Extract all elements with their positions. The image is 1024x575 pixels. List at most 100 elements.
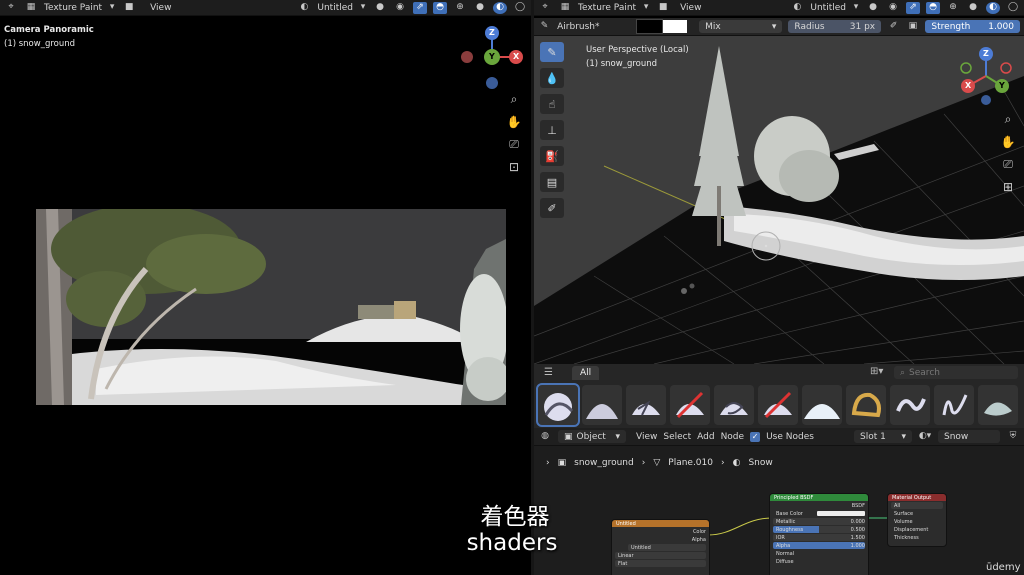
image-interpolation-dropdown[interactable]: Linear — [615, 552, 706, 559]
brush-thumb[interactable] — [670, 385, 710, 425]
image-texture-node[interactable]: Untitled Color Alpha Untitled Linear Fla… — [612, 520, 709, 575]
shading-render-icon[interactable]: ◯ — [1006, 2, 1020, 14]
bsdf-roughness-slider[interactable]: Roughness 0.500 — [773, 526, 865, 533]
bsdf-normal-input: Normal — [776, 550, 795, 557]
lock-icon[interactable]: ⊡ — [506, 160, 522, 174]
brush-thumb[interactable] — [714, 385, 754, 425]
shading-wire-icon[interactable]: ⊕ — [453, 2, 467, 14]
shelf-menu-icon[interactable]: ☰ — [544, 367, 553, 378]
editor-type-icon[interactable]: ⌖ — [538, 2, 552, 14]
shading-material-icon[interactable]: ◐ — [986, 1, 1000, 14]
radius-field[interactable]: Radius 31 px — [788, 20, 882, 33]
shelf-tab-all[interactable]: All — [572, 366, 600, 380]
material-icon[interactable]: ◐▾ — [918, 431, 932, 443]
axis-gizmo[interactable] — [956, 44, 1022, 110]
editor-type-icon[interactable]: ◍ — [538, 431, 552, 443]
image-icon[interactable]: ◐ — [790, 2, 804, 14]
mode-dropdown[interactable]: Texture Paint — [578, 3, 636, 13]
output-target-dropdown[interactable]: All — [891, 502, 943, 509]
pivot-icon[interactable]: ● — [866, 2, 880, 14]
hand-icon[interactable]: ✋ — [1000, 135, 1016, 149]
camera-icon[interactable]: ⎚ — [506, 137, 522, 152]
shelf-search-input[interactable]: ⌕ Search — [894, 366, 1018, 379]
zoom-icon[interactable]: ⌕ — [1000, 112, 1016, 127]
fill-tool-icon[interactable]: ⛽ — [540, 146, 564, 166]
pressure-icon[interactable]: ✐ — [887, 21, 900, 33]
brush-thumb[interactable] — [890, 385, 930, 425]
visibility-icon[interactable]: ◉ — [886, 2, 900, 14]
blend-mode-dropdown[interactable]: Mix ▾ — [699, 20, 783, 33]
bsdf-base-color[interactable]: Base Color — [773, 510, 865, 517]
shading-solid-icon[interactable]: ● — [966, 2, 980, 14]
shading-render-icon[interactable]: ◯ — [513, 2, 527, 14]
node-editor-canvas[interactable]: › ▣ snow_ground › ▽ Plane.010 › ◐ Snow U… — [534, 446, 1024, 575]
view-menu[interactable]: View — [680, 3, 701, 13]
add-menu[interactable]: Add — [697, 432, 714, 442]
image-name[interactable]: Untitled — [810, 3, 846, 13]
bsdf-diffuse-panel[interactable]: Diffuse — [773, 558, 865, 565]
view-menu[interactable]: View — [150, 3, 171, 13]
brush-thumb[interactable] — [536, 383, 580, 427]
brush-thumb[interactable] — [626, 385, 666, 425]
right-viewport[interactable]: User Perspective (Local) (1) snow_ground… — [534, 36, 1024, 364]
zoom-icon[interactable]: ⌕ — [506, 92, 522, 107]
material-name-field[interactable]: Snow — [938, 430, 1000, 443]
strength-field[interactable]: Strength 1.000 — [925, 20, 1020, 33]
principled-bsdf-node[interactable]: Principled BSDF BSDF Base Color Metallic… — [770, 494, 868, 575]
visibility-icon[interactable]: ◉ — [393, 2, 407, 14]
annotate-tool-icon[interactable]: ✐ — [540, 198, 564, 218]
image-name[interactable]: Untitled — [317, 3, 353, 13]
soften-tool-icon[interactable]: 💧 — [540, 68, 564, 88]
use-nodes-checkbox[interactable]: ✓ — [750, 431, 761, 442]
draw-tool-icon[interactable]: ✎ — [540, 42, 564, 62]
xray-icon[interactable]: ⇗ — [413, 1, 427, 14]
object-type-dropdown[interactable]: ▣ Object ▾ — [558, 430, 626, 443]
clone-tool-icon[interactable]: ⊥ — [540, 120, 564, 140]
brush-thumb[interactable] — [978, 385, 1018, 425]
stop-icon[interactable]: ■ — [122, 2, 136, 14]
secondary-color-swatch[interactable] — [662, 20, 688, 33]
brush-thumb[interactable] — [934, 385, 974, 425]
shading-solid-icon[interactable]: ● — [473, 2, 487, 14]
bsdf-metallic-slider[interactable]: Metallic 0.000 — [773, 518, 865, 525]
image-name-field[interactable]: Untitled — [628, 544, 706, 551]
editor-type-icon[interactable]: ⌖ — [4, 2, 18, 14]
primary-color-swatch[interactable] — [636, 19, 663, 34]
subtitle-zh: 着色器 — [480, 504, 550, 530]
hand-icon[interactable]: ✋ — [506, 115, 522, 129]
shading-wire-icon[interactable]: ⊕ — [946, 2, 960, 14]
brush-square-icon[interactable]: ▣ — [906, 21, 919, 33]
stop-icon[interactable]: ■ — [656, 2, 670, 14]
image-icon[interactable]: ◐ — [297, 2, 311, 14]
overlay-icon[interactable]: ◓ — [433, 1, 447, 14]
brush-thumb[interactable] — [846, 385, 886, 425]
smear-tool-icon[interactable]: ☝ — [540, 94, 564, 114]
brush-thumb[interactable] — [802, 385, 842, 425]
brush-thumb[interactable] — [582, 385, 622, 425]
shading-material-icon[interactable]: ◐ — [493, 1, 507, 14]
radius-value: 31 px — [849, 21, 876, 32]
xray-icon[interactable]: ⇗ — [906, 1, 920, 14]
display-options-icon[interactable]: ⊞▾ — [870, 366, 883, 377]
brush-name-dropdown[interactable]: Airbrush* — [557, 22, 630, 32]
bsdf-ior-field[interactable]: IOR 1.500 — [773, 534, 865, 541]
left-viewport[interactable]: Camera Panoramic (1) snow_ground Z X Y ⌕… — [0, 16, 531, 575]
camera-icon[interactable]: ⎚ — [1000, 157, 1016, 172]
material-name-value: Snow — [944, 431, 969, 442]
pivot-icon[interactable]: ● — [373, 2, 387, 14]
bsdf-alpha-slider[interactable]: Alpha 1.000 — [773, 542, 865, 549]
mask-tool-icon[interactable]: ▤ — [540, 172, 564, 192]
node-menu[interactable]: Node — [721, 432, 745, 442]
chevron-down-icon: ▾ — [643, 2, 649, 12]
brush-thumb[interactable] — [758, 385, 798, 425]
select-menu[interactable]: Select — [663, 432, 691, 442]
mode-dropdown[interactable]: Texture Paint — [44, 3, 102, 13]
overlay-icon[interactable]: ◓ — [926, 1, 940, 14]
shield-icon[interactable]: ⛨ — [1006, 431, 1020, 443]
slot-dropdown[interactable]: Slot 1 ▾ — [854, 430, 912, 443]
view-menu[interactable]: View — [636, 432, 657, 442]
grid-icon[interactable]: ⊞ — [1000, 180, 1016, 194]
image-projection-dropdown[interactable]: Flat — [615, 560, 706, 567]
material-output-node[interactable]: Material Output All Surface Volume Displ… — [888, 494, 946, 546]
base-color-swatch[interactable] — [817, 511, 865, 516]
